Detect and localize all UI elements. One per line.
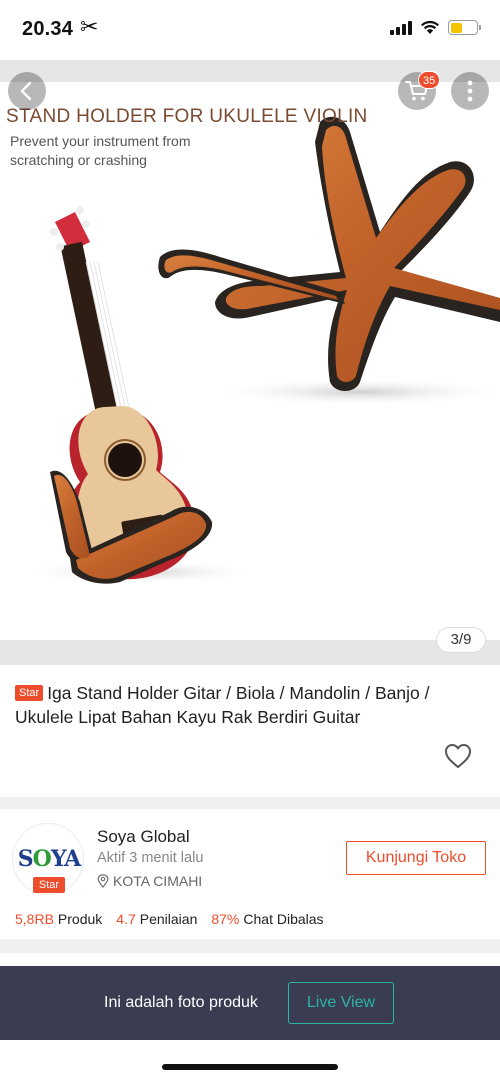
shop-location: KOTA CIMAHI [97,873,202,889]
visit-shop-button[interactable]: Kunjungi Toko [346,841,486,875]
home-indicator[interactable] [162,1064,338,1070]
wifi-icon [421,20,439,34]
live-view-button[interactable]: Live View [288,982,394,1024]
bottom-area [0,1040,500,1080]
product-info: Star Iga Stand Holder Gitar / Biola / Man… [0,665,500,797]
more-vertical-icon [467,80,473,102]
star-seller-tag: Star [15,685,44,701]
shop-active-status: Aktif 3 menit lalu [97,850,204,866]
battery-icon [448,20,481,35]
live-banner-text: Ini adalah foto produk [104,994,258,1011]
shop-location-text: KOTA CIMAHI [113,873,203,889]
live-view-banner: Ini adalah foto produk Live View [0,966,500,1040]
signal-icon [390,20,412,35]
section-divider [0,939,500,953]
back-arrow-icon [20,81,32,101]
product-photo[interactable]: STAND HOLDER FOR UKULELE VIOLIN Prevent … [0,82,500,640]
shop-logo: SOYA [17,846,81,872]
product-title: Star Iga Stand Holder Gitar / Biola / Man… [15,681,485,729]
stat-chat-replied: 87% Chat Dibalas [211,911,324,927]
shop-stats: 5,8RB Produk 4.7 Penilaian 87% Chat Dibalas [15,911,324,927]
shop-star-badge: Star [33,877,65,893]
location-pin-icon [97,874,109,888]
status-time: 20.34 [22,18,74,40]
stat-rating[interactable]: 4.7 Penilaian [116,911,197,927]
section-divider [0,797,500,809]
photo-headline: STAND HOLDER FOR UKULELE VIOLIN [6,106,368,127]
shop-name[interactable]: Soya Global [97,827,190,847]
section-strip [0,953,500,966]
scissors-icon: ✂ [80,14,99,39]
status-bar: 20.34 ✂ [0,0,500,60]
status-icons [390,20,481,35]
product-title-text: Iga Stand Holder Gitar / Biola / Mandoli… [15,683,430,727]
stat-products[interactable]: 5,8RB Produk [15,911,102,927]
cart-count-badge: 35 [418,71,441,89]
back-button[interactable] [8,72,46,110]
shop-section: SOYA Soya Global Aktif 3 menit lalu KOTA… [0,809,500,939]
image-counter: 3/9 [436,627,486,653]
product-image-gallery[interactable]: STAND HOLDER FOR UKULELE VIOLIN Prevent … [0,60,500,665]
heart-icon[interactable] [444,743,472,769]
more-options-button[interactable] [451,72,489,110]
photo-subtext: Prevent your instrument from scratching … [10,133,191,168]
